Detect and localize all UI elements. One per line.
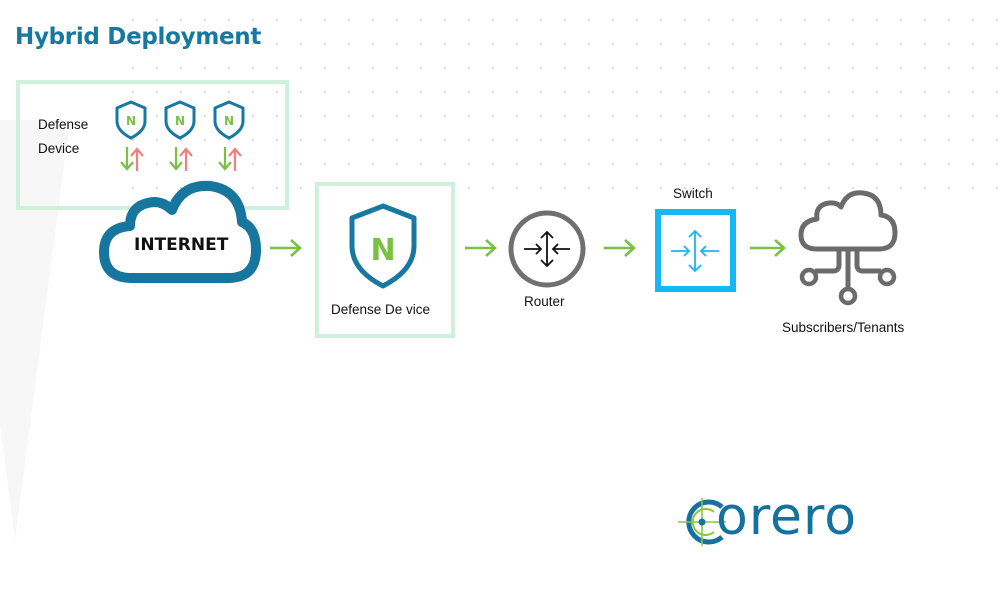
page-title: Hybrid Deployment [15, 24, 262, 50]
shield-n-icon: N [349, 203, 417, 289]
arrow-right-icon [750, 239, 786, 257]
shield-letter: N [224, 114, 234, 128]
internet-label: INTERNET [134, 235, 229, 255]
arrow-right-icon [465, 239, 497, 257]
down-up-arrows-icon [120, 147, 144, 171]
shield-n-icon: N [213, 100, 245, 140]
cloud-network-icon [798, 190, 898, 306]
cloud-defense-label-line1: Defense [38, 117, 89, 132]
down-up-arrows-icon [218, 147, 242, 171]
shield-n-icon: N [164, 100, 196, 140]
arrow-right-icon [270, 239, 302, 257]
subscribers-label: Subscribers/Tenants [782, 320, 905, 335]
cloud-defense-label-line2: Device [38, 141, 80, 156]
defense-device-label: Defense De vice [331, 302, 431, 317]
router-icon [508, 210, 586, 288]
logo-wordmark: orero [716, 487, 858, 547]
shield-letter: N [175, 114, 185, 128]
switch-label: Switch [673, 186, 713, 201]
shield-letter: N [370, 233, 395, 268]
switch-icon [671, 229, 719, 273]
internet-cloud-icon [99, 180, 261, 283]
down-up-arrows-icon [169, 147, 193, 171]
shield-letter: N [126, 114, 136, 128]
router-label: Router [524, 294, 565, 309]
arrow-right-icon [604, 239, 636, 257]
shield-n-icon: N [115, 100, 147, 140]
